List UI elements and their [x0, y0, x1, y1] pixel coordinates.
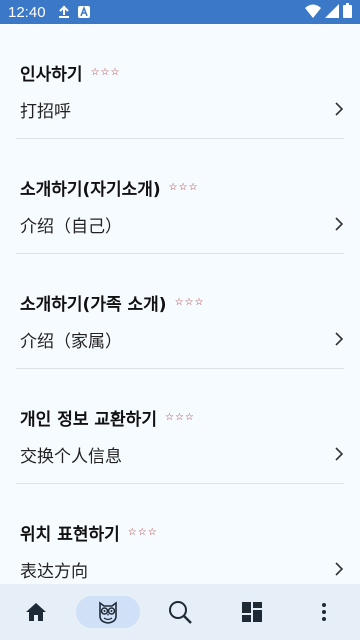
a-badge-icon — [77, 6, 90, 18]
section-title: 위치 표현하기 ☆ ☆ ☆ — [20, 520, 157, 545]
lesson-section: 소개하기(자기소개) ☆ ☆ ☆ 介绍（自己） — [0, 139, 360, 254]
bottom-nav — [0, 584, 360, 640]
wifi-icon — [305, 3, 321, 22]
star-icon: ☆ — [184, 411, 194, 423]
difficulty-stars: ☆ ☆ ☆ — [164, 411, 194, 423]
lesson-item[interactable]: 表达方向 — [20, 554, 344, 584]
lesson-section: 위치 표현하기 ☆ ☆ ☆ 表达方向 — [0, 484, 360, 584]
difficulty-stars: ☆ ☆ ☆ — [168, 181, 198, 193]
lesson-item-label: 介绍（自己） — [20, 216, 122, 237]
difficulty-stars: ☆ ☆ ☆ — [90, 66, 120, 78]
difficulty-stars: ☆ ☆ ☆ — [127, 526, 157, 538]
lesson-item[interactable]: 打招呼 — [20, 94, 344, 124]
star-icon: ☆ — [164, 411, 174, 423]
lesson-section: 개인 정보 교환하기 ☆ ☆ ☆ 交换个人信息 — [0, 369, 360, 484]
lesson-item[interactable]: 介绍（家属） — [20, 324, 344, 354]
chevron-right-icon — [334, 216, 344, 232]
nav-home[interactable] — [0, 584, 72, 640]
section-title-text: 인사하기 — [20, 65, 83, 85]
lesson-item[interactable]: 交换个人信息 — [20, 439, 344, 469]
nav-more[interactable] — [288, 584, 360, 640]
nav-owl[interactable] — [72, 584, 144, 640]
status-icons — [305, 2, 352, 22]
download-icon — [58, 5, 70, 19]
star-icon: ☆ — [110, 66, 120, 78]
lesson-list[interactable]: 인사하기 ☆ ☆ ☆ 打招呼 소개하기(자기소개) ☆ ☆ ☆ 介绍（自己） 소… — [0, 24, 360, 584]
star-icon: ☆ — [184, 296, 194, 308]
chevron-right-icon — [334, 331, 344, 347]
star-icon: ☆ — [174, 296, 184, 308]
star-icon: ☆ — [174, 411, 184, 423]
chevron-right-icon — [334, 561, 344, 577]
lesson-item-label: 介绍（家属） — [20, 331, 122, 352]
section-title: 소개하기(가족 소개) ☆ ☆ ☆ — [20, 290, 203, 315]
section-title-text: 개인 정보 교환하기 — [20, 410, 157, 430]
star-icon: ☆ — [194, 296, 204, 308]
lesson-section: 인사하기 ☆ ☆ ☆ 打招呼 — [0, 24, 360, 139]
dashboard-icon — [242, 602, 262, 622]
lesson-item-label: 交换个人信息 — [20, 446, 122, 467]
cellular-icon — [325, 3, 339, 22]
difficulty-stars: ☆ ☆ ☆ — [174, 296, 204, 308]
section-title-text: 위치 표현하기 — [20, 525, 120, 545]
section-title: 개인 정보 교환하기 ☆ ☆ ☆ — [20, 405, 194, 430]
chevron-right-icon — [334, 446, 344, 462]
lesson-item[interactable]: 介绍（自己） — [20, 209, 344, 239]
star-icon: ☆ — [147, 526, 157, 538]
star-icon: ☆ — [188, 181, 198, 193]
nav-search[interactable] — [144, 584, 216, 640]
home-icon — [26, 603, 46, 621]
star-icon: ☆ — [90, 66, 100, 78]
nav-dashboard[interactable] — [216, 584, 288, 640]
star-icon: ☆ — [127, 526, 137, 538]
section-title-text: 소개하기(가족 소개) — [20, 295, 167, 315]
lesson-item-label: 打招呼 — [20, 101, 71, 122]
star-icon: ☆ — [137, 526, 147, 538]
status-time: 12:40 — [8, 3, 46, 21]
lesson-section: 소개하기(가족 소개) ☆ ☆ ☆ 介绍（家属） — [0, 254, 360, 369]
more-vert-icon — [321, 602, 327, 622]
chevron-right-icon — [334, 101, 344, 117]
search-icon — [168, 600, 192, 624]
star-icon: ☆ — [100, 66, 110, 78]
battery-icon — [343, 2, 352, 22]
star-icon: ☆ — [178, 181, 188, 193]
section-title: 소개하기(자기소개) ☆ ☆ ☆ — [20, 175, 198, 200]
lesson-item-label: 表达方向 — [20, 561, 88, 582]
status-bar: 12:40 — [0, 0, 360, 24]
owl-icon — [96, 600, 120, 624]
star-icon: ☆ — [168, 181, 178, 193]
section-title: 인사하기 ☆ ☆ ☆ — [20, 60, 119, 85]
section-title-text: 소개하기(자기소개) — [20, 180, 161, 200]
